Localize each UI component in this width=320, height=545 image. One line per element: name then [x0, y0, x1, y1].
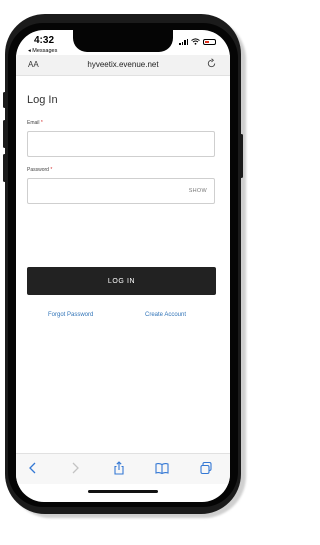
url-text[interactable]: hyveetix.evenue.net — [16, 60, 230, 69]
forward-arrow-icon[interactable] — [68, 461, 82, 475]
status-icons — [179, 38, 216, 45]
share-icon[interactable] — [112, 461, 126, 475]
phone-screen: 4:32 ◂ Messages AA hyveetix.evenue.net L… — [16, 30, 230, 502]
volume-up-button — [3, 120, 6, 148]
address-bar[interactable]: AA hyveetix.evenue.net — [16, 55, 230, 76]
password-field[interactable]: SHOW — [27, 178, 215, 204]
cellular-signal-icon — [179, 38, 188, 45]
password-required-mark: * — [50, 167, 53, 173]
notch — [73, 30, 173, 52]
reload-icon[interactable] — [206, 58, 217, 69]
forgot-password-link[interactable]: Forgot Password — [48, 312, 93, 318]
email-label: Email * — [27, 120, 43, 126]
email-required-mark: * — [40, 120, 43, 126]
wifi-icon — [191, 38, 200, 45]
create-account-link[interactable]: Create Account — [145, 312, 186, 318]
back-arrow-icon[interactable] — [26, 461, 40, 475]
bookmarks-icon[interactable] — [155, 461, 169, 475]
back-to-messages-link[interactable]: ◂ Messages — [28, 48, 57, 54]
login-button[interactable]: LOG IN — [27, 267, 216, 295]
email-label-text: Email — [27, 120, 40, 126]
mute-switch — [3, 92, 6, 108]
password-label: Password * — [27, 167, 52, 173]
page-title: Log In — [27, 94, 58, 106]
volume-down-button — [3, 154, 6, 182]
safari-toolbar — [16, 453, 230, 484]
power-button — [240, 134, 243, 178]
show-password-button[interactable]: SHOW — [189, 188, 207, 194]
email-field[interactable] — [27, 131, 215, 157]
tabs-icon[interactable] — [199, 461, 213, 475]
home-indicator[interactable] — [88, 490, 158, 493]
status-time: 4:32 — [34, 35, 55, 46]
battery-icon — [203, 38, 216, 45]
password-label-text: Password — [27, 167, 49, 173]
